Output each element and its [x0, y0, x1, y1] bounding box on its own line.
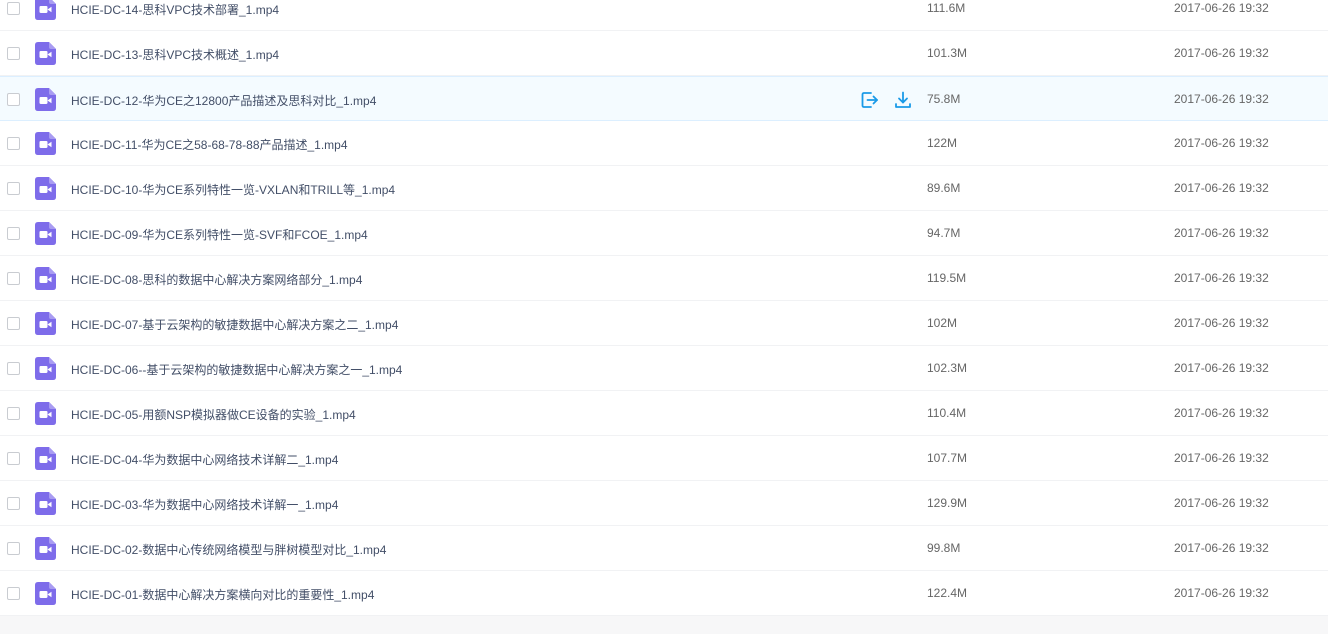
row-checkbox[interactable]	[7, 317, 20, 330]
video-file-icon	[35, 132, 56, 155]
file-name-link[interactable]: HCIE-DC-06--基于云架构的敏捷数据中心解决方案之一_1.mp4	[71, 361, 402, 378]
file-size: 94.7M	[927, 226, 961, 240]
row-checkbox[interactable]	[7, 452, 20, 465]
file-name-link[interactable]: HCIE-DC-02-数据中心传统网络模型与胖树模型对比_1.mp4	[71, 541, 386, 558]
list-footer	[0, 616, 1328, 634]
file-modified-date: 2017-06-26 19:32	[1174, 586, 1269, 600]
file-name-link[interactable]: HCIE-DC-05-用额NSP模拟器做CE设备的实验_1.mp4	[71, 406, 356, 423]
row-checkbox[interactable]	[7, 93, 20, 106]
file-name-link[interactable]: HCIE-DC-12-华为CE之12800产品描述及思科对比_1.mp4	[71, 92, 376, 109]
file-size: 129.9M	[927, 496, 968, 510]
file-size: 99.8M	[927, 541, 961, 555]
file-row[interactable]: HCIE-DC-11-华为CE之58-68-78-88产品描述_1.mp4 122…	[0, 121, 1328, 166]
file-size: 122M	[927, 136, 958, 150]
file-modified-date: 2017-06-26 19:32	[1174, 541, 1269, 555]
file-modified-date: 2017-06-26 19:32	[1174, 406, 1269, 420]
file-size: 75.8M	[927, 92, 961, 106]
file-size: 101.3M	[927, 46, 968, 60]
row-checkbox[interactable]	[7, 227, 20, 240]
file-row[interactable]: HCIE-DC-14-思科VPC技术部署_1.mp4 111.6M 2017-06-…	[0, 0, 1328, 31]
file-row[interactable]: HCIE-DC-10-华为CE系列特性一览-VXLAN和TRILL等_1.mp4…	[0, 166, 1328, 211]
file-size: 102.3M	[927, 361, 968, 375]
file-name-link[interactable]: HCIE-DC-13-思科VPC技术概述_1.mp4	[71, 46, 279, 63]
file-row[interactable]: HCIE-DC-13-思科VPC技术概述_1.mp4 101.3M 2017-06-…	[0, 31, 1328, 76]
file-name-link[interactable]: HCIE-DC-09-华为CE系列特性一览-SVF和FCOE_1.mp4	[71, 226, 368, 243]
file-size: 122.4M	[927, 586, 968, 600]
file-size: 107.7M	[927, 451, 968, 465]
video-file-icon	[35, 0, 56, 20]
file-modified-date: 2017-06-26 19:32	[1174, 226, 1269, 240]
file-row[interactable]: HCIE-DC-02-数据中心传统网络模型与胖树模型对比_1.mp4 99.8M 2…	[0, 526, 1328, 571]
file-row[interactable]: HCIE-DC-05-用额NSP模拟器做CE设备的实验_1.mp4 110.4M 2…	[0, 391, 1328, 436]
file-modified-date: 2017-06-26 19:32	[1174, 451, 1269, 465]
video-file-icon	[35, 177, 56, 200]
file-size: 110.4M	[927, 406, 967, 420]
file-modified-date: 2017-06-26 19:32	[1174, 316, 1269, 330]
row-checkbox[interactable]	[7, 182, 20, 195]
video-file-icon	[35, 447, 56, 470]
file-name-link[interactable]: HCIE-DC-01-数据中心解决方案横向对比的重要性_1.mp4	[71, 586, 374, 603]
file-size: 89.6M	[927, 181, 961, 195]
video-file-icon	[35, 582, 56, 605]
file-modified-date: 2017-06-26 19:32	[1174, 271, 1269, 285]
file-modified-date: 2017-06-26 19:32	[1174, 361, 1269, 375]
file-modified-date: 2017-06-26 19:32	[1174, 496, 1269, 510]
row-checkbox[interactable]	[7, 272, 20, 285]
file-row[interactable]: HCIE-DC-04-华为数据中心网络技术详解二_1.mp4 107.7M 2017…	[0, 436, 1328, 481]
file-modified-date: 2017-06-26 19:32	[1174, 46, 1269, 60]
file-name-link[interactable]: HCIE-DC-10-华为CE系列特性一览-VXLAN和TRILL等_1.mp4	[71, 181, 395, 198]
file-modified-date: 2017-06-26 19:32	[1174, 181, 1269, 195]
share-icon[interactable]	[860, 90, 880, 110]
file-modified-date: 2017-06-26 19:32	[1174, 92, 1269, 106]
row-checkbox[interactable]	[7, 587, 20, 600]
file-modified-date: 2017-06-26 19:32	[1174, 136, 1269, 150]
file-name-link[interactable]: HCIE-DC-04-华为数据中心网络技术详解二_1.mp4	[71, 451, 338, 468]
video-file-icon	[35, 42, 56, 65]
row-checkbox[interactable]	[7, 47, 20, 60]
file-row[interactable]: HCIE-DC-12-华为CE之12800产品描述及思科对比_1.mp4 75.8…	[0, 76, 1328, 121]
row-checkbox[interactable]	[7, 137, 20, 150]
file-row[interactable]: HCIE-DC-01-数据中心解决方案横向对比的重要性_1.mp4 122.4M 2…	[0, 571, 1328, 616]
video-file-icon	[35, 222, 56, 245]
video-file-icon	[35, 267, 56, 290]
file-row[interactable]: HCIE-DC-07-基于云架构的敏捷数据中心解决方案之二_1.mp4 102M 2…	[0, 301, 1328, 346]
file-row[interactable]: HCIE-DC-06--基于云架构的敏捷数据中心解决方案之一_1.mp4 102.…	[0, 346, 1328, 391]
file-list: HCIE-DC-14-思科VPC技术部署_1.mp4 111.6M 2017-06-…	[0, 0, 1328, 616]
download-icon[interactable]	[893, 90, 913, 110]
file-name-link[interactable]: HCIE-DC-08-思科的数据中心解决方案网络部分_1.mp4	[71, 271, 362, 288]
file-name-link[interactable]: HCIE-DC-07-基于云架构的敏捷数据中心解决方案之二_1.mp4	[71, 316, 398, 333]
file-name-link[interactable]: HCIE-DC-14-思科VPC技术部署_1.mp4	[71, 1, 279, 18]
file-name-link[interactable]: HCIE-DC-11-华为CE之58-68-78-88产品描述_1.mp4	[71, 136, 348, 153]
video-file-icon	[35, 402, 56, 425]
video-file-icon	[35, 357, 56, 380]
file-size: 119.5M	[927, 271, 967, 285]
video-file-icon	[35, 537, 56, 560]
file-row[interactable]: HCIE-DC-03-华为数据中心网络技术详解一_1.mp4 129.9M 2017…	[0, 481, 1328, 526]
row-checkbox[interactable]	[7, 2, 20, 15]
row-checkbox[interactable]	[7, 407, 20, 420]
video-file-icon	[35, 88, 56, 111]
file-row[interactable]: HCIE-DC-09-华为CE系列特性一览-SVF和FCOE_1.mp4 94.7…	[0, 211, 1328, 256]
video-file-icon	[35, 492, 56, 515]
row-checkbox[interactable]	[7, 362, 20, 375]
file-name-link[interactable]: HCIE-DC-03-华为数据中心网络技术详解一_1.mp4	[71, 496, 338, 513]
video-file-icon	[35, 312, 56, 335]
file-modified-date: 2017-06-26 19:32	[1174, 1, 1269, 15]
file-size: 111.6M	[927, 1, 966, 15]
file-size: 102M	[927, 316, 958, 330]
file-row[interactable]: HCIE-DC-08-思科的数据中心解决方案网络部分_1.mp4 119.5M 20…	[0, 256, 1328, 301]
row-checkbox[interactable]	[7, 542, 20, 555]
row-checkbox[interactable]	[7, 497, 20, 510]
